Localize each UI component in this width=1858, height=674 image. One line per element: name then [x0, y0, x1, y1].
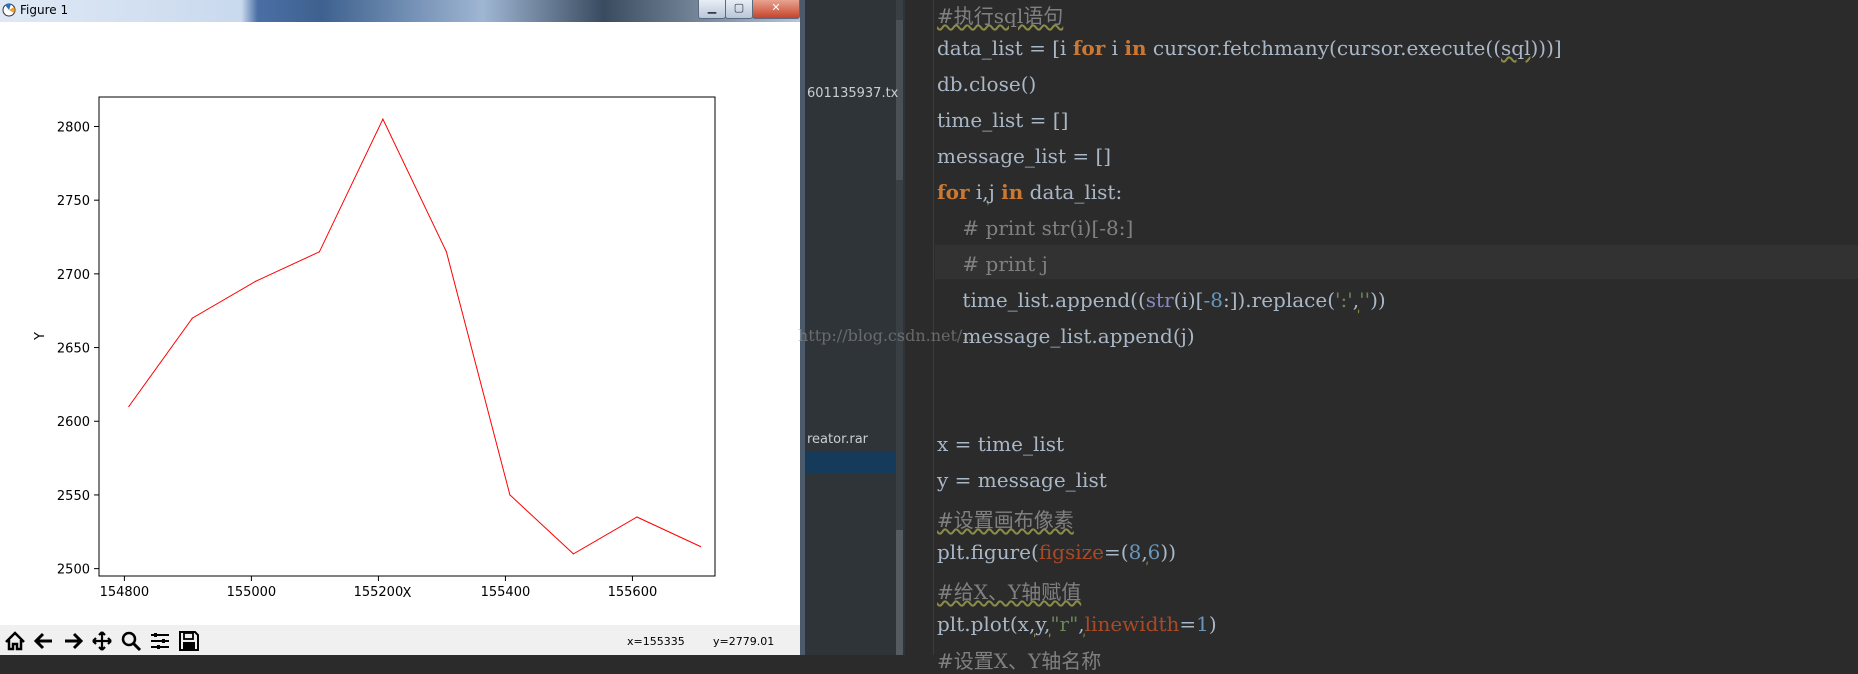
y-tick-label: 2600: [57, 415, 90, 430]
x-axis-ticks: 154800 155000 155200 155400 155600: [100, 576, 658, 600]
zoom-button[interactable]: [119, 630, 143, 652]
window-titlebar[interactable]: Figure 1 ▁ ▢ ✕: [0, 0, 805, 22]
code-line[interactable]: #给X、Y轴赋值: [937, 576, 1081, 605]
code-line[interactable]: data_list = [i for i in cursor.fetchmany…: [937, 36, 1562, 60]
data-point: [636, 516, 638, 518]
maximize-button[interactable]: ▢: [725, 0, 753, 19]
y-tick-label: 2650: [57, 342, 90, 357]
y-coordinate-readout: y=2779.01: [713, 635, 775, 648]
line-chart[interactable]: 154800 155000 155200 155400 155600 250025502…: [0, 22, 800, 625]
code-line[interactable]: plt.plot(x,y,"r",linewidth=1): [937, 612, 1217, 636]
save-button[interactable]: [177, 630, 201, 652]
code-line[interactable]: #执行sql语句: [937, 0, 1063, 29]
y-tick-label: 2500: [57, 563, 90, 578]
y-tick-label: 2750: [57, 194, 90, 209]
figure-toolbar: x=155335 y=2779.01: [0, 625, 800, 655]
minimize-button[interactable]: ▁: [698, 0, 726, 19]
x-axis-label: X: [403, 586, 412, 601]
subplots-button[interactable]: [148, 630, 172, 652]
data-point: [255, 280, 257, 282]
y-tick-label: 2550: [57, 489, 90, 504]
x-tick-label: 155600: [608, 585, 658, 600]
y-axis-ticks: 2500 2550 2600 2650 2700 2750 2800: [57, 120, 99, 578]
data-point: [572, 553, 574, 555]
code-line[interactable]: y = message_list: [937, 468, 1107, 492]
y-tick-label: 2700: [57, 268, 90, 283]
series-line: [128, 117, 701, 555]
data-points: [128, 118, 701, 555]
code-line[interactable]: time_list.append((str(i)[-8:]).replace('…: [937, 288, 1385, 312]
data-point: [699, 545, 701, 548]
code-editor[interactable]: #执行sql语句 data_list = [i for i in cursor.…: [905, 0, 1858, 673]
zoom-icon: [121, 631, 142, 652]
window-title: Figure 1: [20, 3, 69, 17]
subplots-icon: [151, 633, 169, 649]
current-line-highlight: [935, 245, 1858, 279]
plot-canvas[interactable]: 154800 155000 155200 155400 155600 2500 2550 2…: [0, 22, 800, 625]
save-icon: [179, 631, 199, 651]
forward-arrow-icon: [65, 632, 84, 650]
back-button[interactable]: [32, 630, 56, 652]
matplotlib-app-icon: [2, 3, 16, 17]
blog-watermark: http://blog.csdn.net/...: [798, 326, 978, 345]
data-point: [128, 405, 130, 408]
code-line[interactable]: db.close(): [937, 72, 1036, 96]
data-point: [382, 118, 384, 120]
explorer-scroll-thumb-lower[interactable]: [896, 530, 903, 655]
code-line[interactable]: # print j: [937, 252, 1047, 276]
x-tick-label: 154800: [100, 585, 150, 600]
data-point: [445, 251, 447, 253]
code-line[interactable]: time_list = []: [937, 108, 1068, 132]
code-line[interactable]: plt.figure(figsize=(8,6)): [937, 540, 1176, 564]
figure-window: Figure 1 ▁ ▢ ✕ 154800 155000 155200 155400 1…: [0, 0, 805, 655]
minimize-icon: ▁: [707, 1, 717, 14]
pan-icon: [92, 631, 112, 651]
home-button[interactable]: [3, 630, 27, 652]
code-line[interactable]: # print str(i)[-8:]: [937, 216, 1133, 240]
x-tick-label: 155400: [481, 585, 531, 600]
maximize-icon: ▢: [733, 1, 745, 14]
home-icon: [5, 631, 25, 651]
forward-button[interactable]: [61, 630, 85, 652]
close-icon: ✕: [771, 1, 781, 14]
x-tick-label: 155200: [354, 585, 404, 600]
data-point: [191, 317, 193, 319]
code-line[interactable]: message_list = []: [937, 144, 1111, 168]
data-point: [509, 494, 511, 496]
y-axis-label: Y: [33, 332, 48, 341]
selected-file-row[interactable]: [805, 452, 895, 474]
file-item[interactable]: reator.rar: [807, 432, 868, 447]
code-line[interactable]: x = time_list: [937, 432, 1064, 456]
pan-button[interactable]: [90, 630, 114, 652]
file-item[interactable]: 601135937.tx: [807, 86, 898, 101]
close-button[interactable]: ✕: [752, 0, 800, 19]
back-arrow-icon: [33, 632, 52, 650]
code-line[interactable]: #设置X、Y轴名称: [937, 645, 1101, 674]
y-tick-label: 2800: [57, 120, 90, 135]
code-line[interactable]: for i,j in data_list:: [937, 180, 1122, 204]
data-point: [318, 251, 320, 253]
x-coordinate-readout: x=155335: [627, 635, 685, 648]
x-tick-label: 155000: [227, 585, 277, 600]
code-line[interactable]: #设置画布像素: [937, 504, 1074, 533]
